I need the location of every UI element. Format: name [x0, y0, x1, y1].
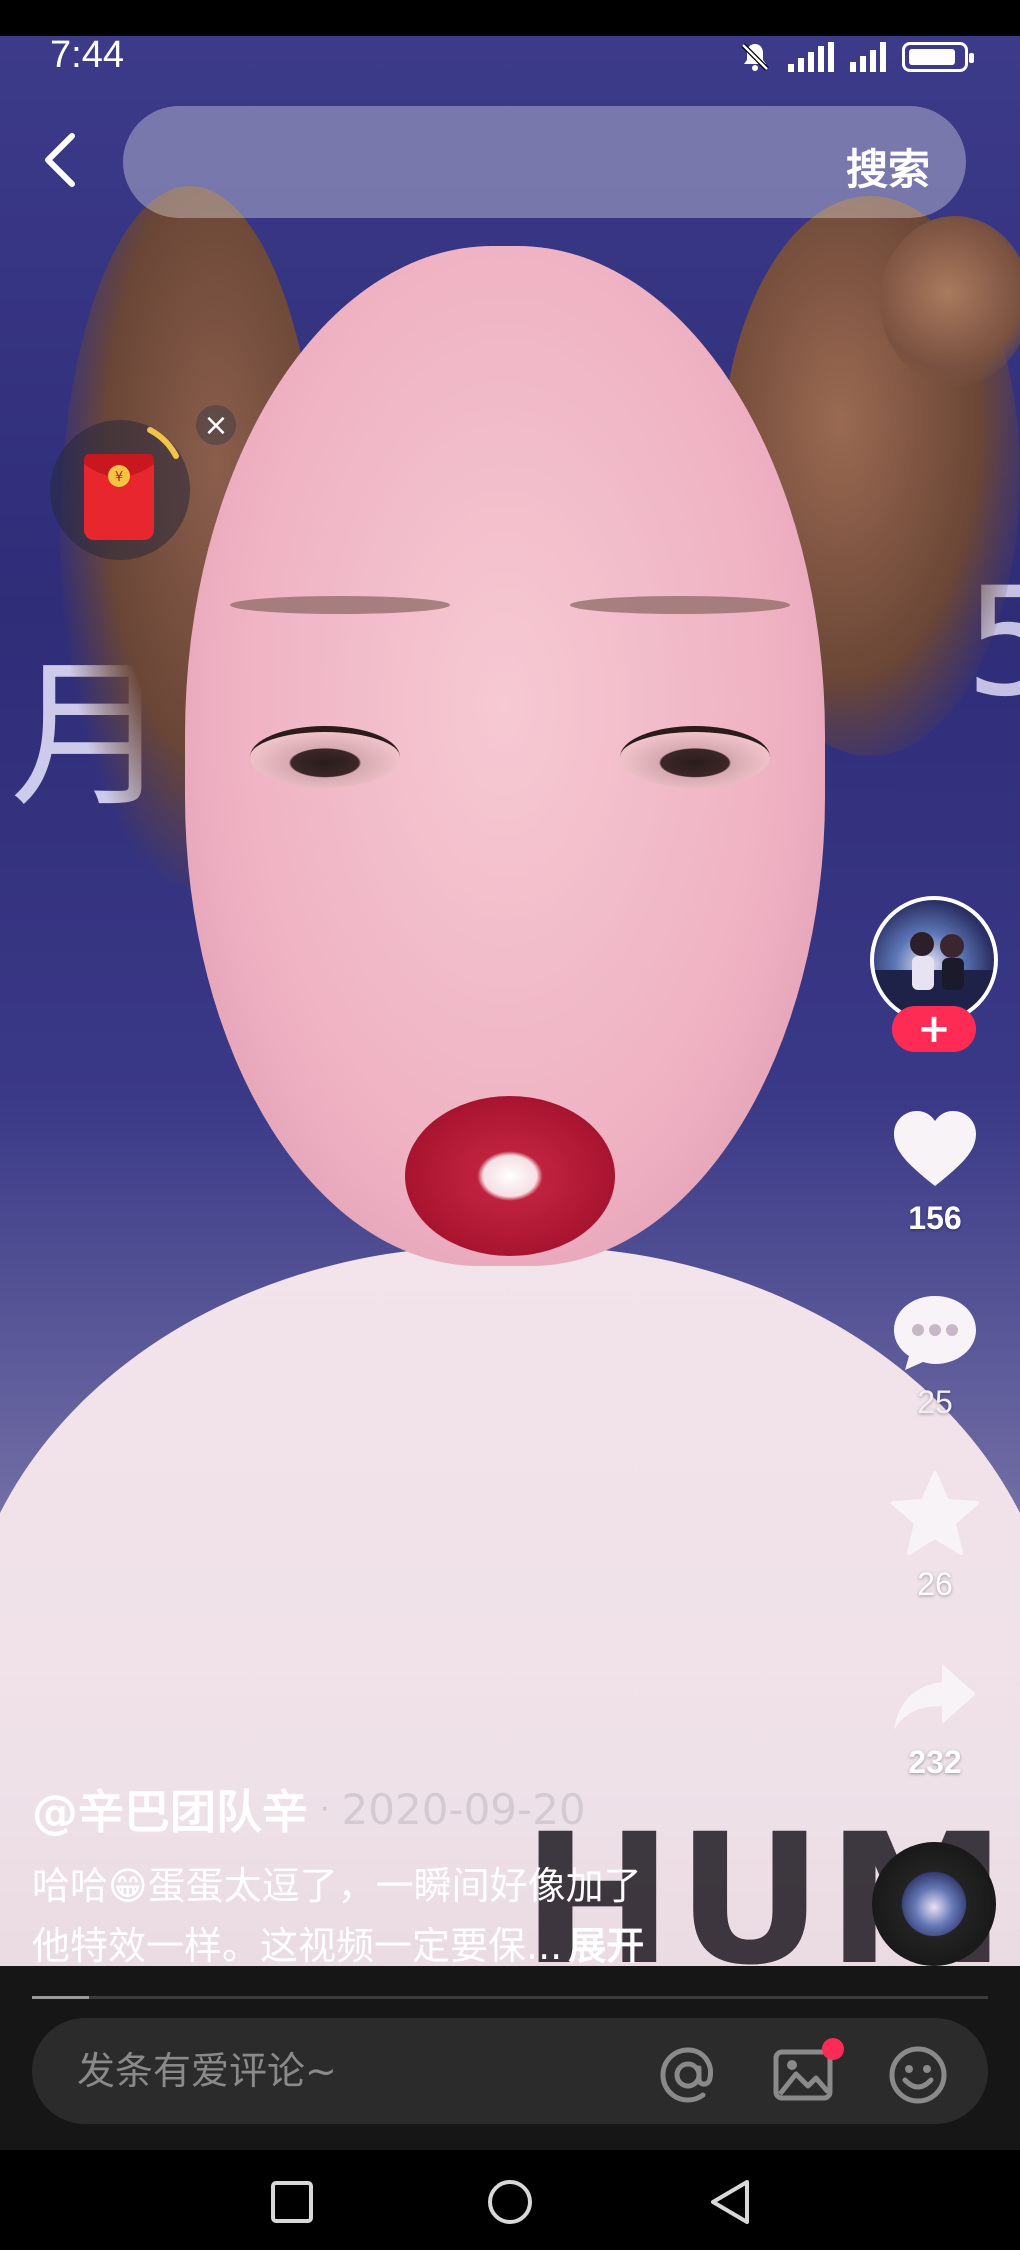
home-icon	[488, 2180, 532, 2224]
lips	[405, 1096, 615, 1256]
nav-back-button[interactable]	[700, 2172, 760, 2232]
eye-left	[250, 726, 400, 788]
share-count: 232	[908, 1744, 962, 1780]
music-cover	[902, 1872, 966, 1936]
nav-back-icon	[711, 2180, 749, 2224]
star-icon	[891, 1471, 979, 1555]
comment-icon	[894, 1296, 976, 1370]
like-button[interactable]: 156	[860, 1108, 1010, 1237]
post-date: 2020-09-20	[341, 1784, 586, 1834]
favorite-count: 26	[917, 1566, 953, 1602]
eyebrow-left	[230, 596, 450, 614]
share-icon	[894, 1664, 976, 1730]
recent-apps-button[interactable]	[262, 2172, 322, 2232]
comment-bar	[32, 2018, 988, 2124]
author-avatar[interactable]	[870, 896, 998, 1024]
system-nav-bar	[0, 2150, 1020, 2250]
eye-right	[620, 726, 770, 788]
status-bar: 7:44	[0, 0, 1020, 76]
battery-icon	[902, 42, 974, 72]
red-packet-widget[interactable]: ¥	[50, 420, 190, 560]
svg-text:¥: ¥	[115, 470, 123, 485]
like-count: 156	[908, 1200, 962, 1236]
eyebrow-right	[570, 596, 790, 614]
comment-button[interactable]: 25	[860, 1292, 1010, 1421]
signal-icon	[788, 42, 834, 72]
comment-count: 25	[917, 1384, 953, 1420]
status-time: 7:44	[50, 34, 124, 76]
back-button[interactable]	[28, 120, 92, 200]
caption-line-1: 哈哈😁蛋蛋太逗了，一瞬间好像加了	[32, 1864, 642, 1908]
signal-icon-2	[850, 42, 886, 72]
favorite-button[interactable]: 26	[860, 1470, 1010, 1603]
back-icon	[45, 133, 75, 187]
avatar-image	[874, 932, 994, 1020]
follow-button[interactable]: +	[892, 1006, 976, 1052]
new-badge-dot	[822, 2038, 844, 2060]
mute-icon	[741, 43, 769, 71]
hair-bun	[880, 216, 1020, 386]
comment-input[interactable]	[77, 2018, 637, 2124]
progress-bar[interactable]	[32, 1996, 988, 1999]
heart-icon	[894, 1111, 976, 1186]
music-disc-icon[interactable]	[872, 1842, 996, 1966]
emoji-icon[interactable]	[887, 2044, 949, 2106]
author-row: @辛巴团队辛 · 2020-09-20	[32, 1776, 732, 1842]
at-icon[interactable]	[657, 2044, 719, 2106]
separator-dot: ·	[320, 1791, 330, 1827]
close-icon[interactable]: ×	[196, 405, 236, 445]
caption-line-2: 他特效一样。这视频一定要保...	[32, 1924, 563, 1968]
progress-fill	[32, 1996, 90, 1999]
caption-area: @辛巴团队辛 · 2020-09-20 哈哈😁蛋蛋太逗了，一瞬间好像加了 他特效…	[32, 1776, 732, 1976]
share-button[interactable]: 232	[860, 1660, 1010, 1781]
search-bar[interactable]: 搜索	[123, 106, 966, 218]
expand-link[interactable]: 展开	[568, 1924, 644, 1968]
home-button[interactable]	[480, 2172, 540, 2232]
author-name[interactable]: @辛巴团队辛	[32, 1776, 308, 1842]
red-packet-icon: ¥	[84, 427, 179, 540]
search-input[interactable]	[163, 136, 763, 186]
recent-apps-icon	[271, 2181, 313, 2223]
status-icons	[738, 40, 974, 74]
caption-text: 哈哈😁蛋蛋太逗了，一瞬间好像加了 他特效一样。这视频一定要保... 展开	[32, 1856, 732, 1976]
search-button[interactable]: 搜索	[846, 136, 930, 197]
